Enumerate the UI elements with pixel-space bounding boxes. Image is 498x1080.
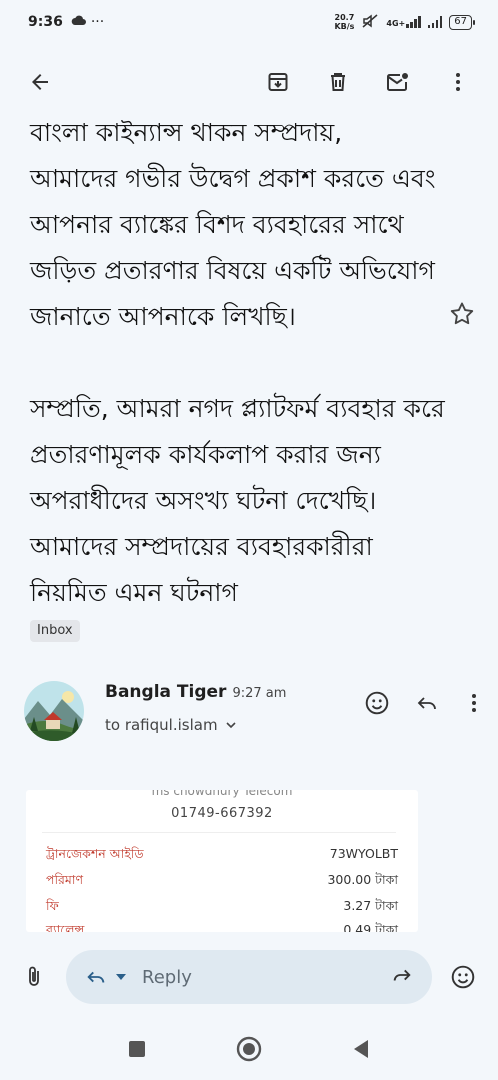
email-body: বাংলা কাইন্যান্স থাকন সম্প্রদায়, আমাদের…: [30, 110, 450, 662]
network-indicator: 4G+: [386, 16, 421, 28]
back-button[interactable]: [18, 60, 62, 104]
delete-button[interactable]: [316, 60, 360, 104]
status-bar: 9:36 ··· 20.7 KB/s 4G+ 67: [0, 0, 498, 44]
email-paragraph-2: সম্প্রতি, আমরা নগদ প্ল্যাটফর্ম ব্যবহার ক…: [30, 394, 445, 607]
square-icon: [129, 1041, 145, 1057]
more-vert-icon: [472, 694, 476, 712]
avatar[interactable]: [24, 681, 84, 741]
cloud-icon: [71, 14, 87, 30]
paperclip-icon: [29, 966, 39, 986]
recipient-toggle[interactable]: to rafiqul.islam: [105, 716, 238, 734]
reply-icon: [87, 971, 105, 983]
reply-label: Reply: [142, 966, 192, 988]
system-nav-bar: [0, 1022, 498, 1080]
net-speed-value: 20.7: [334, 13, 355, 22]
net-speed-unit: KB/s: [334, 22, 355, 31]
receipt-key: ট্রানজেকশন আইডি: [46, 846, 144, 861]
receipt-key: পরিমাণ: [46, 872, 84, 887]
mute-icon: [361, 13, 379, 32]
battery-icon: 67: [449, 14, 475, 30]
emoji-reaction-button[interactable]: [364, 690, 390, 720]
archive-button[interactable]: [256, 60, 300, 104]
receipt-phone: 01749-667392: [171, 806, 273, 821]
mark-unread-button[interactable]: [376, 60, 420, 104]
receipt-key: ফি: [46, 898, 59, 913]
receipt-image[interactable]: ms chowdhury Telecom 01749-667392 ট্রানজ…: [26, 790, 418, 932]
receipt-row: ফি 3.27 টাকা: [46, 898, 398, 918]
more-vert-icon: [456, 73, 460, 91]
receipt-row: ট্রানজেকশন আইডি 73WYOLBT: [46, 846, 398, 866]
signal-2-icon: [427, 16, 443, 28]
email-paragraph-1: আমাদের গভীর উদ্বেগ প্রকাশ করতে এবং আপনার…: [30, 164, 436, 331]
top-app-bar: [0, 44, 498, 120]
trash-icon: [331, 73, 345, 91]
reply-icon: [417, 697, 436, 710]
receipt-row: পরিমাণ 300.00 টাকা: [46, 872, 398, 892]
receipt-value: 300.00 টাকা: [327, 872, 398, 887]
receipt-value: 73WYOLBT: [329, 846, 398, 861]
smiley-icon: [451, 965, 475, 989]
back-nav-button[interactable]: [351, 1038, 371, 1064]
home-button[interactable]: [235, 1035, 263, 1067]
signal-icon: [406, 16, 421, 28]
reply-composer: Reply: [0, 932, 498, 1022]
receipt-key: ব্যালেন্স: [46, 922, 85, 932]
star-button[interactable]: [448, 300, 476, 328]
receipt-cut-header: ms chowdhury Telecom: [151, 790, 293, 798]
forward-button[interactable]: [390, 964, 414, 990]
archive-icon: [268, 73, 288, 91]
circle-icon: [236, 1036, 262, 1062]
mark-unread-icon: [387, 73, 408, 91]
net-speed: 20.7 KB/s: [334, 13, 354, 31]
sender-name-line[interactable]: Bangla Tiger 9:27 am: [105, 682, 286, 702]
recents-button[interactable]: [127, 1039, 147, 1063]
arrow-left-icon: [32, 74, 48, 90]
sender-time: 9:27 am: [232, 686, 287, 701]
recipient-text: to rafiqul.islam: [105, 716, 218, 734]
more-options-button[interactable]: [436, 60, 480, 104]
status-time: 9:36: [28, 14, 63, 30]
label-chip-inbox[interactable]: Inbox: [30, 620, 80, 642]
receipt-row: ব্যালেন্স 0.49 টাকা: [46, 922, 398, 932]
reply-button[interactable]: [414, 691, 440, 719]
sender-header: Bangla Tiger 9:27 am to rafiqul.islam: [24, 678, 484, 742]
attach-button[interactable]: [22, 964, 46, 994]
forward-icon: [393, 969, 411, 981]
emoji-button[interactable]: [450, 964, 476, 994]
divider: [42, 832, 396, 833]
smiley-icon: [365, 691, 389, 715]
message-more-button[interactable]: [464, 691, 484, 719]
sender-actions: [364, 690, 484, 720]
triangle-back-icon: [354, 1040, 368, 1058]
network-type: 4G+: [386, 19, 406, 28]
chevron-down-icon: [225, 722, 236, 729]
receipt-value: 3.27 টাকা: [343, 898, 398, 913]
caret-down-icon[interactable]: [114, 970, 128, 984]
receipt-value: 0.49 টাকা: [343, 922, 398, 932]
reply-box[interactable]: Reply: [66, 950, 432, 1004]
status-dots: ···: [90, 14, 105, 30]
sender-name: Bangla Tiger: [105, 682, 227, 702]
star-icon: [450, 302, 474, 325]
